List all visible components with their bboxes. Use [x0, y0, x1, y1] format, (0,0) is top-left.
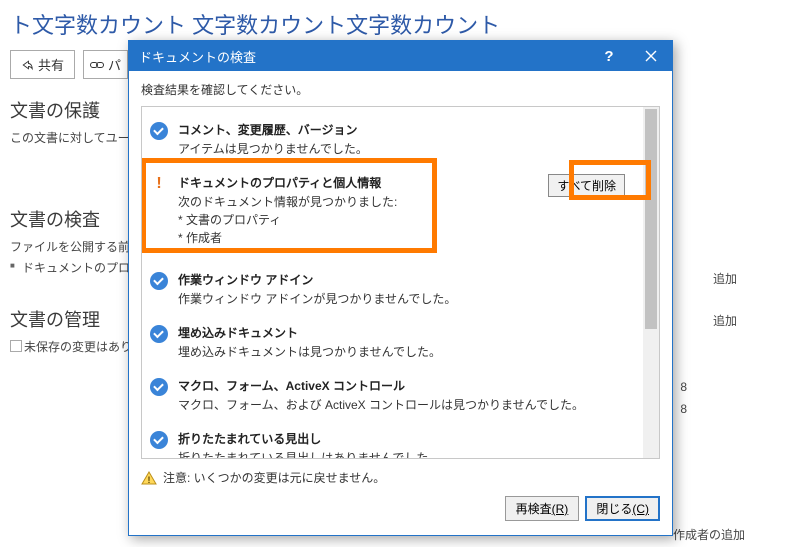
link-icon — [90, 60, 104, 70]
check-icon — [150, 431, 168, 449]
dialog-title: ドキュメントの検査 — [139, 47, 588, 66]
share-button[interactable]: 共有 — [10, 50, 75, 79]
document-inspector-dialog: ドキュメントの検査 ? 検査結果を確認してください。 コメント、変更履歴、バージ… — [128, 40, 673, 536]
close-button[interactable]: 閉じる(C) — [585, 496, 660, 521]
item-title: 作業ウィンドウ アドイン — [178, 271, 631, 288]
result-item-comments: コメント、変更履歴、バージョン アイテムは見つかりませんでした。 — [142, 115, 639, 168]
check-icon — [150, 122, 168, 140]
link-partial-label: パ — [108, 55, 121, 74]
side-text-8b: 8 — [680, 402, 687, 416]
check-icon — [150, 325, 168, 343]
close-icon — [645, 50, 657, 62]
result-item-collapsed-headings: 折りたたまれている見出し 折りたたまれている見出しはありませんでした。 — [142, 424, 639, 458]
warning-text: 注意: いくつかの変更は元に戻せません。 — [163, 469, 385, 486]
check-icon — [150, 378, 168, 396]
side-text-8a: 8 — [680, 380, 687, 394]
remove-all-button[interactable]: すべて削除 — [548, 174, 625, 197]
svg-text:!: ! — [148, 475, 151, 485]
item-desc: 作業ウィンドウ アドインが見つかりませんでした。 — [178, 290, 631, 308]
alert-icon: ! — [150, 175, 168, 193]
item-desc: マクロ、フォーム、および ActiveX コントロールは見つかりませんでした。 — [178, 396, 631, 414]
link-button[interactable]: パ — [83, 50, 128, 79]
page-title: ト文字数カウント 文字数カウント文字数カウント — [0, 0, 791, 42]
result-item-embedded: 埋め込みドキュメント 埋め込みドキュメントは見つかりませんでした。 — [142, 318, 639, 371]
dialog-instruction: 検査結果を確認してください。 — [129, 71, 672, 106]
scrollbar[interactable] — [643, 107, 659, 458]
check-icon — [150, 272, 168, 290]
reinspect-button[interactable]: 再検査(R) — [505, 496, 580, 521]
item-title: 埋め込みドキュメント — [178, 324, 631, 341]
dialog-titlebar: ドキュメントの検査 ? — [129, 41, 672, 71]
item-desc: 折りたたまれている見出しはありませんでした。 — [178, 449, 631, 458]
item-title: ドキュメントのプロパティと個人情報 — [178, 174, 540, 191]
item-title: 折りたたまれている見出し — [178, 430, 631, 447]
item-title: コメント、変更履歴、バージョン — [178, 121, 631, 138]
result-list: コメント、変更履歴、バージョン アイテムは見つかりませんでした。 ! ドキュメン… — [142, 107, 643, 458]
scrollbar-thumb[interactable] — [645, 109, 657, 329]
item-title: マクロ、フォーム、ActiveX コントロール — [178, 377, 631, 394]
dialog-close-button[interactable] — [630, 41, 672, 71]
side-text-author[interactable]: 作成者の追加 — [673, 526, 745, 543]
result-item-taskpane: 作業ウィンドウ アドイン 作業ウィンドウ アドインが見つかりませんでした。 — [142, 265, 639, 318]
warning-icon: ! — [141, 471, 157, 485]
item-desc: 次のドキュメント情報が見つかりました: * 文書のプロパティ * 作成者 — [178, 193, 540, 247]
dialog-help-button[interactable]: ? — [588, 41, 630, 71]
item-desc: アイテムは見つかりませんでした。 — [178, 140, 631, 158]
dialog-warning: ! 注意: いくつかの変更は元に戻せません。 — [129, 459, 672, 496]
share-icon — [21, 59, 33, 71]
side-text-add2[interactable]: 追加 — [713, 312, 737, 329]
item-desc: 埋め込みドキュメントは見つかりませんでした。 — [178, 343, 631, 361]
result-item-macros: マクロ、フォーム、ActiveX コントロール マクロ、フォーム、および Act… — [142, 371, 639, 424]
side-text-add1[interactable]: 追加 — [713, 270, 737, 287]
result-item-properties: ! ドキュメントのプロパティと個人情報 次のドキュメント情報が見つかりました: … — [142, 168, 639, 265]
share-label: 共有 — [38, 55, 64, 74]
